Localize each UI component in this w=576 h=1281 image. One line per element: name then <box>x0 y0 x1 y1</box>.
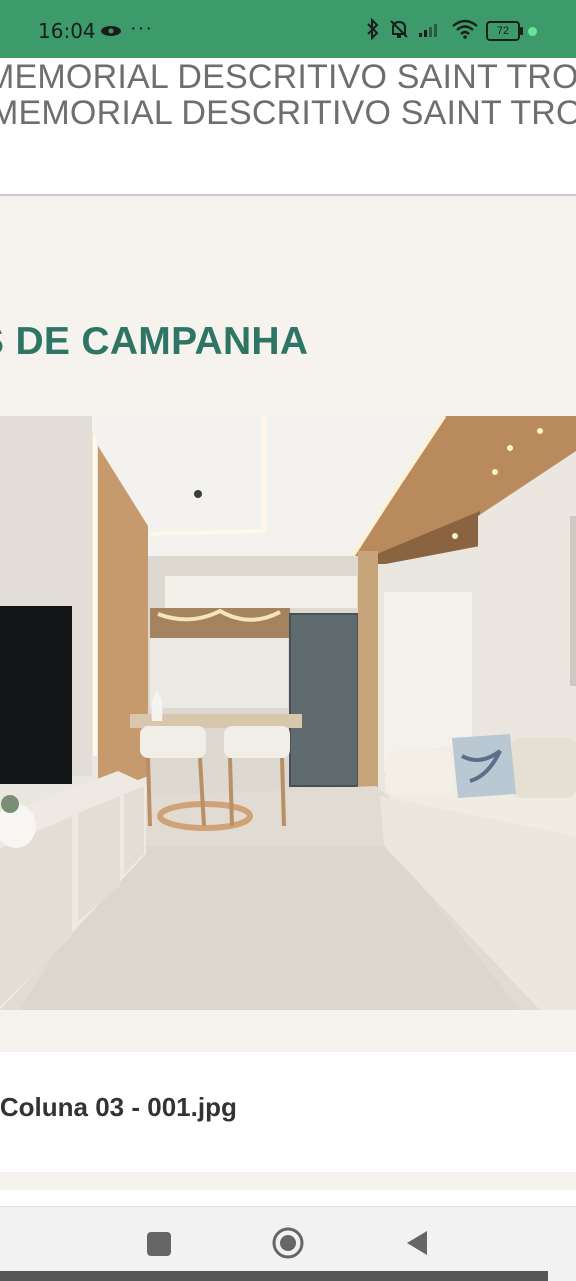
mute-icon <box>388 18 410 45</box>
signal-icon <box>418 20 444 43</box>
section-title: S DE CAMPANHA <box>0 320 309 363</box>
image-filename: - Coluna 03 - 001.jpg <box>0 1092 237 1122</box>
page-title-line-2: MEMORIAL DESCRITIVO SAINT TROPEZ <box>0 94 576 132</box>
status-bar: 16:04 ··· 72 <box>0 0 576 58</box>
home-icon[interactable] <box>272 1227 304 1259</box>
bluetooth-icon <box>366 17 380 45</box>
wifi-icon <box>452 19 478 44</box>
page-header: MEMORIAL DESCRITIVO SAINT TROPEZ MEMORIA… <box>0 58 576 196</box>
eye-icon <box>100 24 122 42</box>
status-icons: 72 <box>366 17 537 45</box>
recent-apps-icon[interactable] <box>147 1232 171 1256</box>
page-title-line-1: MEMORIAL DESCRITIVO SAINT TROPEZ <box>0 58 576 96</box>
more-notifications-indicator: ··· <box>130 17 153 39</box>
gallery-item-card[interactable]: - Coluna 03 - 001.jpg <box>0 1052 576 1172</box>
status-time: 16:04 <box>38 19 96 43</box>
back-icon[interactable] <box>405 1229 429 1257</box>
battery-icon: 72 <box>486 21 523 41</box>
interior-render-image[interactable] <box>0 416 576 1010</box>
privacy-indicator-dot <box>528 26 537 36</box>
system-nav-bar <box>0 1206 576 1281</box>
